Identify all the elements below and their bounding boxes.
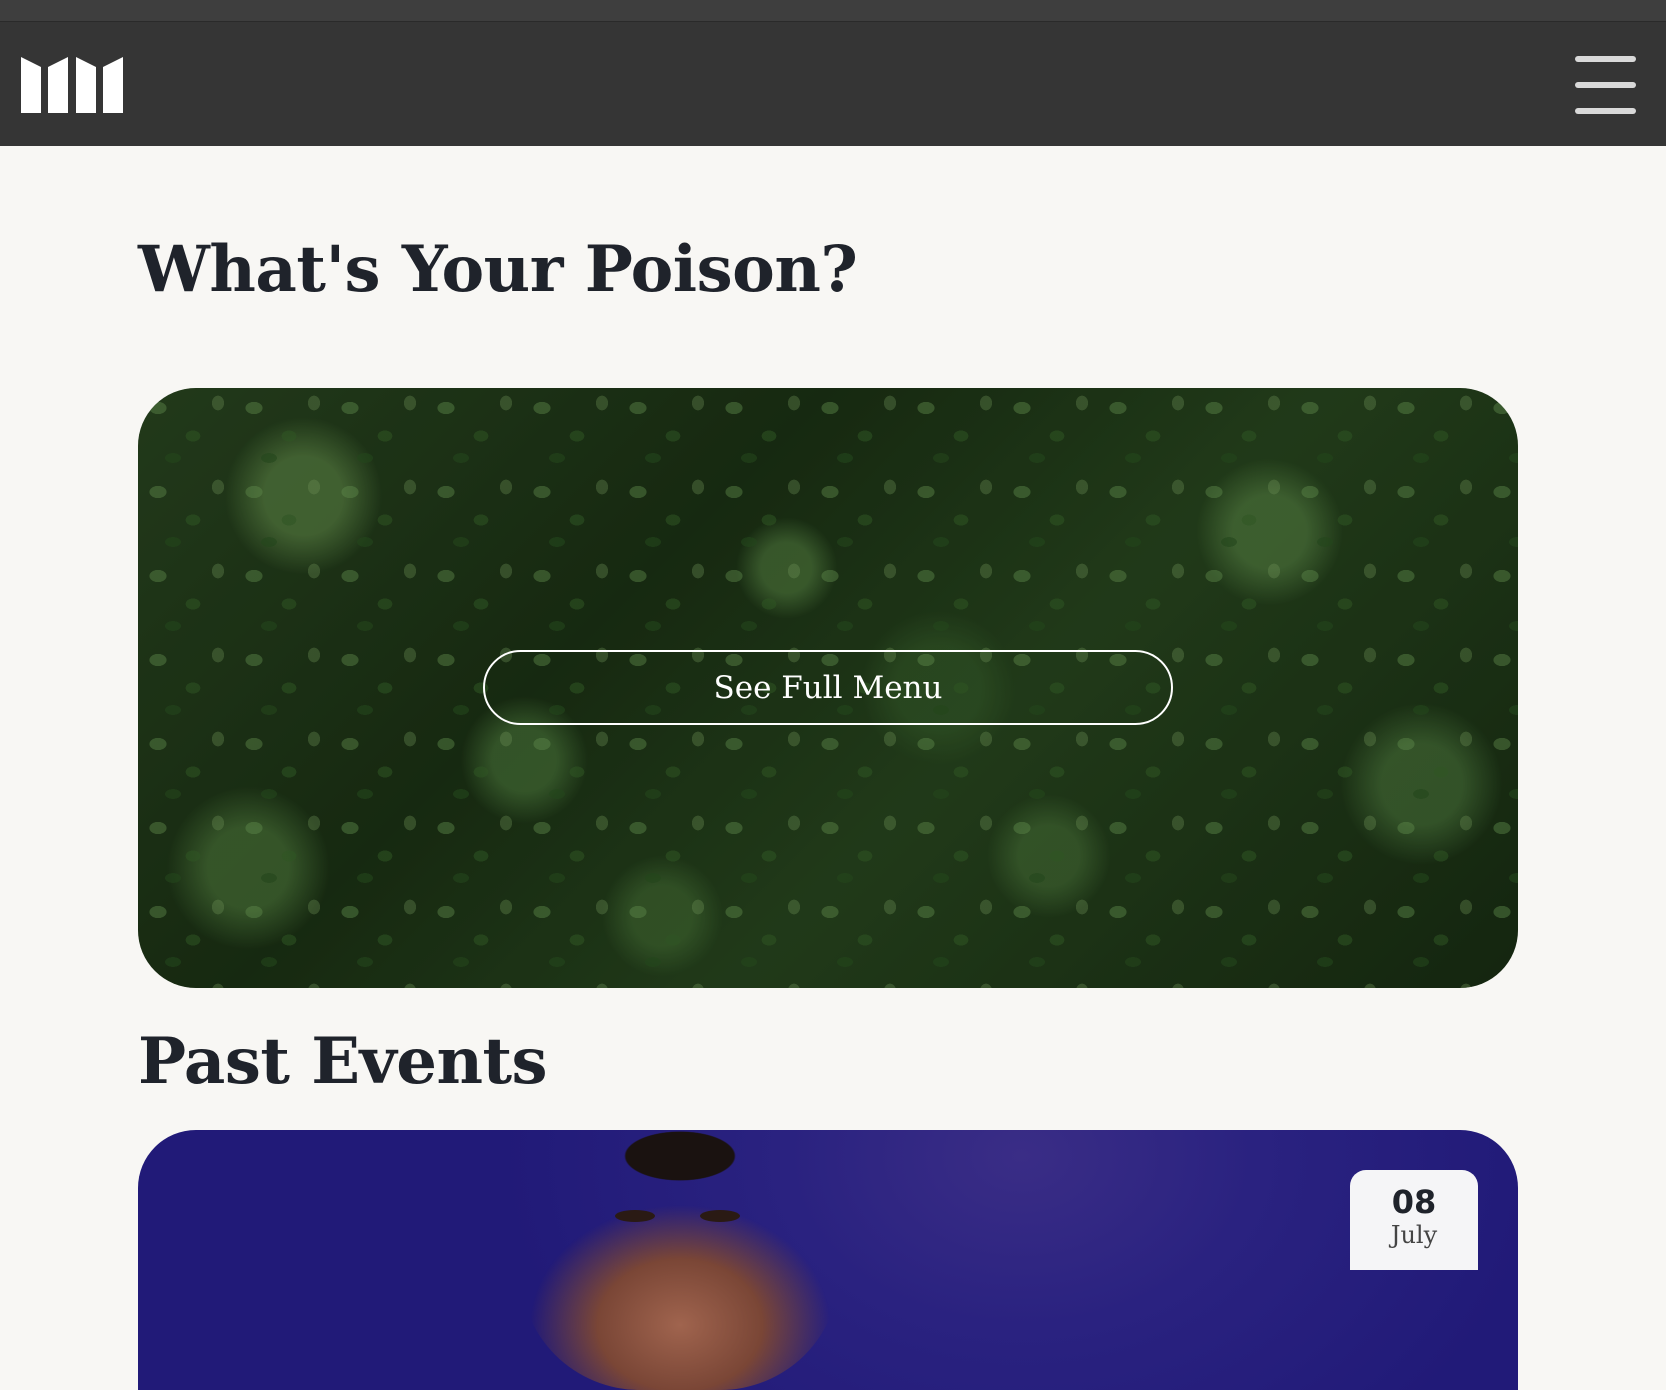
- event-date-month: July: [1390, 1221, 1438, 1249]
- hamburger-line: [1575, 82, 1636, 88]
- menu-section-title: What's Your Poison?: [138, 232, 858, 307]
- brand-logo[interactable]: [21, 57, 123, 113]
- browser-top-strip: [0, 0, 1666, 22]
- see-full-menu-button[interactable]: See Full Menu: [483, 650, 1173, 725]
- hamburger-line: [1575, 108, 1636, 114]
- hamburger-line: [1575, 56, 1636, 62]
- event-date-day: 08: [1391, 1183, 1437, 1221]
- site-header: [0, 22, 1666, 146]
- event-card[interactable]: 08 July: [138, 1130, 1518, 1390]
- hamburger-menu-icon[interactable]: [1575, 54, 1636, 116]
- past-events-title: Past Events: [138, 1024, 548, 1099]
- event-image-detail: [615, 1210, 655, 1222]
- menu-banner: See Full Menu: [138, 388, 1518, 988]
- event-date-badge: 08 July: [1350, 1170, 1478, 1270]
- event-image: [520, 1130, 840, 1390]
- event-image-detail: [700, 1210, 740, 1222]
